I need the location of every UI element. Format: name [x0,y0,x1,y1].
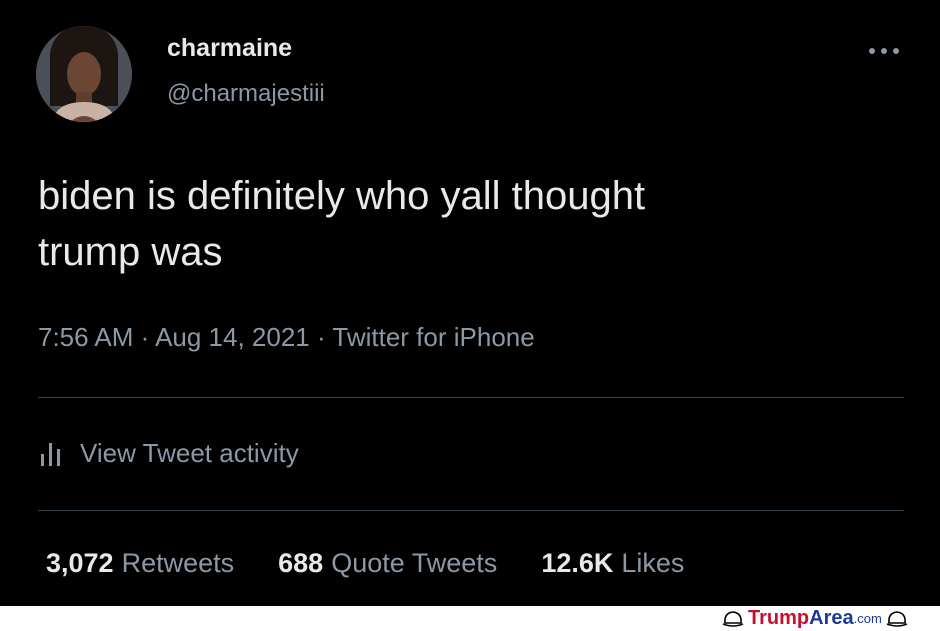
more-horizontal-icon [869,48,899,54]
quote-tweets-label: Quote Tweets [331,548,498,578]
divider [38,510,904,511]
watermark-brand: Trump [748,607,810,629]
watermark-domain: .com [853,611,882,626]
engagement-stats: 3,072 Retweets 688 Quote Tweets 12.6K Likes [46,548,728,579]
view-tweet-activity-link[interactable]: View Tweet activity [38,433,299,473]
retweets-label: Retweets [121,548,235,578]
more-options-button[interactable] [862,37,906,65]
hat-icon [722,610,744,627]
avatar-image [36,26,132,122]
watermark-brand-suffix: Area [809,607,854,629]
retweets-count: 3,072 [46,548,114,578]
divider [38,397,904,398]
tweet-timestamp-source[interactable]: 7:56 AM · Aug 14, 2021 · Twitter for iPh… [38,322,535,353]
avatar[interactable] [36,26,132,122]
tweet-text-line: trump was [38,230,223,274]
user-handle[interactable]: @charmajestiii [167,80,325,108]
quote-tweets-count: 688 [278,548,324,578]
likes-count: 12.6K [541,548,614,578]
likes-label: Likes [621,548,685,578]
hat-icon [886,610,908,627]
bar-chart-icon [41,443,60,466]
display-name[interactable]: charmaine [167,34,292,63]
view-tweet-activity-label: View Tweet activity [80,437,299,468]
watermark: Trump Area .com [722,606,940,631]
tweet-text: biden is definitely who yall thought tru… [38,168,898,280]
likes-stat[interactable]: 12.6K Likes [541,548,684,579]
tweet-text-line: biden is definitely who yall thought [38,174,646,218]
quote-tweets-stat[interactable]: 688 Quote Tweets [278,548,497,579]
tweet-card: charmaine @charmajestiii biden is defini… [0,0,940,606]
retweets-stat[interactable]: 3,072 Retweets [46,548,234,579]
